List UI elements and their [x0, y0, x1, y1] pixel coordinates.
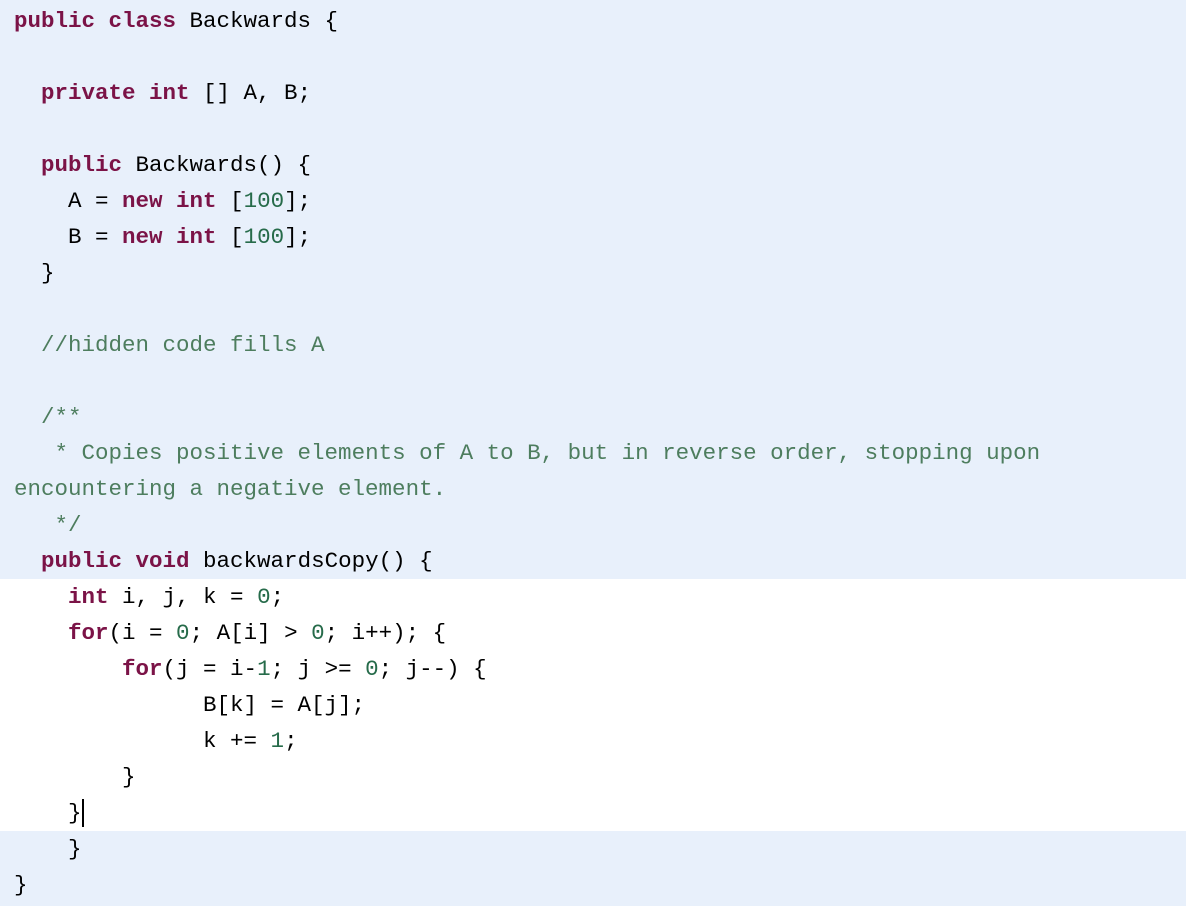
- keyword-token: for: [122, 656, 163, 682]
- readonly-code-line: encountering a negative element.: [0, 471, 1186, 507]
- code-text: B =: [14, 224, 123, 250]
- readonly-code-line: [0, 363, 1186, 399]
- editable-code-line[interactable]: int i, j, k = 0;: [0, 579, 1186, 615]
- code-text: ; i++); {: [324, 620, 447, 646]
- number-literal: 1: [257, 656, 271, 682]
- code-text: ; j >=: [270, 656, 366, 682]
- readonly-code-line: [0, 39, 1186, 75]
- editable-code-line[interactable]: for(i = 0; A[i] > 0; i++); {: [0, 615, 1186, 651]
- readonly-code-line: A = new int [100];: [0, 183, 1186, 219]
- code-text: i, j, k =: [108, 584, 258, 610]
- readonly-code-line: public Backwards() {: [0, 147, 1186, 183]
- keyword-token: private int: [41, 80, 190, 106]
- comment-text: * Copies positive elements of A to B, bu…: [54, 440, 1041, 466]
- number-literal: 0: [311, 620, 325, 646]
- code-text: }: [14, 764, 136, 790]
- number-literal: 0: [365, 656, 379, 682]
- text-cursor: [81, 799, 84, 828]
- code-text: backwardsCopy() {: [189, 548, 433, 574]
- code-text: A =: [14, 188, 123, 214]
- keyword-token: new int: [122, 188, 217, 214]
- code-text: ;: [284, 728, 298, 754]
- code-text: Backwards {: [176, 8, 339, 34]
- comment-text: /**: [41, 404, 82, 430]
- code-text: ;: [270, 584, 285, 610]
- keyword-token: for: [68, 620, 109, 646]
- code-text: k +=: [14, 728, 271, 754]
- keyword-token: int: [68, 584, 109, 610]
- code-text: (j = i-: [162, 656, 258, 682]
- editable-code-line[interactable]: B[k] = A[j];: [0, 687, 1186, 723]
- readonly-code-line: private int [] A, B;: [0, 75, 1186, 111]
- code-text: Backwards() {: [122, 152, 312, 178]
- code-text: [: [216, 224, 244, 250]
- number-literal: 1: [270, 728, 285, 754]
- readonly-code-line: [0, 111, 1186, 147]
- readonly-code-line: [0, 291, 1186, 327]
- keyword-token: new int: [122, 224, 217, 250]
- editable-code-line[interactable]: k += 1;: [0, 723, 1186, 759]
- number-literal: 100: [243, 224, 285, 250]
- comment-text: encountering a negative element.: [14, 476, 447, 502]
- code-text: ; j--) {: [378, 656, 487, 682]
- code-editor[interactable]: public class Backwards { private int [] …: [0, 0, 1186, 906]
- readonly-code-line: }: [0, 867, 1186, 903]
- code-text: }: [14, 836, 82, 862]
- readonly-code-line: * Copies positive elements of A to B, bu…: [0, 435, 1186, 471]
- readonly-code-line: }: [0, 831, 1186, 867]
- keyword-token: public class: [14, 8, 177, 34]
- number-literal: 0: [257, 584, 271, 610]
- readonly-code-line: B = new int [100];: [0, 219, 1186, 255]
- readonly-code-line: //hidden code fills A: [0, 327, 1186, 363]
- code-text: }: [14, 800, 82, 826]
- readonly-code-line: }: [0, 255, 1186, 291]
- editable-code-line[interactable]: }: [0, 759, 1186, 795]
- readonly-code-line: public class Backwards {: [0, 3, 1186, 39]
- code-text: ];: [284, 188, 312, 214]
- code-text: [] A, B;: [189, 80, 312, 106]
- keyword-token: public: [41, 152, 123, 178]
- readonly-code-line: */: [0, 507, 1186, 543]
- readonly-code-line: public void backwardsCopy() {: [0, 543, 1186, 579]
- comment-text: //hidden code fills A: [41, 332, 325, 358]
- comment-text: */: [54, 512, 82, 538]
- number-literal: 0: [176, 620, 190, 646]
- code-text: }: [14, 872, 28, 898]
- code-text: ; A[i] >: [189, 620, 312, 646]
- code-text: ];: [284, 224, 312, 250]
- readonly-code-line: /**: [0, 399, 1186, 435]
- code-text: [: [216, 188, 244, 214]
- code-text: B[k] = A[j];: [14, 692, 366, 718]
- keyword-token: public void: [41, 548, 190, 574]
- editable-code-line[interactable]: for(j = i-1; j >= 0; j--) {: [0, 651, 1186, 687]
- code-text: }: [14, 260, 55, 286]
- code-text: (i =: [108, 620, 177, 646]
- editable-code-line[interactable]: }: [0, 795, 1186, 831]
- number-literal: 100: [243, 188, 285, 214]
